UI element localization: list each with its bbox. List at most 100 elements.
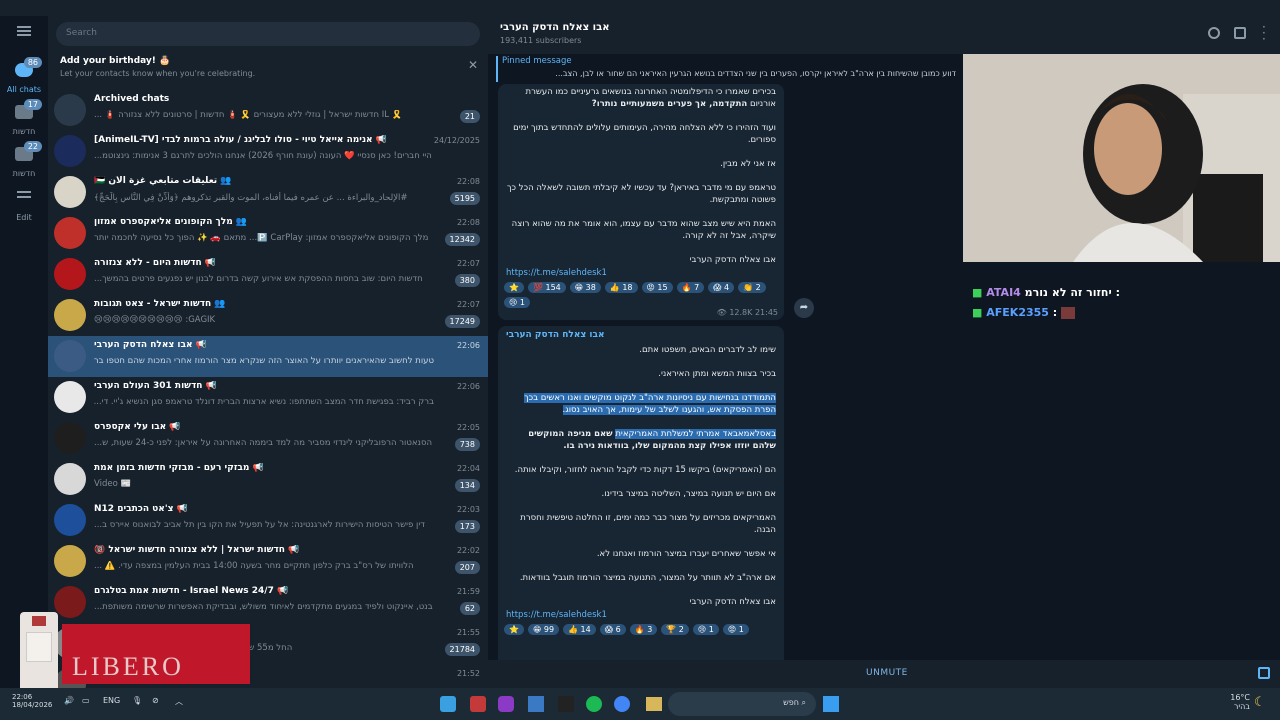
chat-list-item[interactable]: 👥 מלך הקופונים אליאקספרס אמזון מלך הקופונ… [48,213,488,254]
sidebar-toggle-icon[interactable] [1234,27,1246,39]
chat-preview: הסנאטור הרפובליקני לינדזי מסביר מה למד ב… [94,438,433,448]
weather-desc: בהיר [1233,702,1250,711]
clock-time: 22:06 [12,693,33,701]
search-input[interactable]: Search [56,22,480,46]
display-icon[interactable]: ▭ [82,696,90,705]
folder-news-2[interactable]: 22 חדשות [0,141,48,178]
chat-list-item[interactable]: 📢 אבו צאלח הדסק הערבי טעות לחשוב שהאיראני… [48,336,488,377]
message-link[interactable]: https://t.me/salehdesk1 [498,610,784,620]
reaction-chip[interactable]: 😢 1 [504,297,530,308]
message-link[interactable]: https://t.me/salehdesk1 [498,268,784,278]
chat-avatar [54,176,86,208]
chat-list-item[interactable]: Archived chats 🎗️ IL חדשות ישראל | גוזלי … [48,90,488,131]
terminal-icon[interactable] [558,696,574,712]
chat-avatar [54,135,86,167]
folder-edit[interactable]: Edit [0,186,48,222]
reaction-chip[interactable]: 😡 15 [641,282,673,293]
reaction-chip[interactable]: 😁 99 [527,624,560,635]
gift-icon[interactable] [1258,667,1270,679]
language-indicator[interactable]: ENG [103,696,120,705]
chat-time: 22:07 [456,259,480,268]
chat-time: 22:05 [456,423,480,432]
share-icon[interactable]: ➦ [794,298,814,318]
clock-date: 18/04/2026 [12,701,53,709]
highlighted-text: התמודדנו בנחישות עם ניסיונות ארה"ב לנקוט… [524,393,776,415]
chat-time: 24/12/2025 [433,136,480,145]
unread-badge: 5195 [449,192,480,205]
windows-start-icon[interactable] [823,696,839,712]
clock[interactable]: 22:06 18/04/2026 [12,693,52,709]
message-paragraph: ועוד הזהירו כי ללא הצלחה מהירה, העימותים… [513,123,776,145]
chat-list-item[interactable]: 📢 אבו עלי אקספרס הסנאטור הרפובליקני לינדז… [48,418,488,459]
reaction-chip[interactable]: 😱 4 [708,282,735,293]
reaction-chip[interactable]: 💯 154 [527,282,566,293]
folder-news-1[interactable]: 17 חדשות [0,99,48,136]
reaction-chip[interactable]: 🔥 3 [629,624,658,635]
chat-preview: GAGIK: 😢😢😢😢😢😢😢😢😢😢 [94,315,216,325]
reaction-chip[interactable]: 😢 1 [692,624,719,635]
chat-list-item[interactable]: 👥 تعليقات متابعي غزة الآن 🇵🇸 #الإلحاد_وال… [48,172,488,213]
reaction-chip[interactable]: 🔥 7 [676,282,705,293]
chat-bubbles-icon: 86 [12,57,42,83]
weather-widget[interactable]: 16°C בהיר [1228,693,1250,711]
unread-badge: 21 [459,110,480,123]
badge-icon: ■ [972,306,983,319]
reaction-chip[interactable]: 😁 38 [569,282,601,293]
message-bubble[interactable]: בכירים שאמרו כי הדיפלומטיה האחרונה בנושא… [498,84,784,320]
speaker-icon[interactable]: 🔊 [64,696,74,705]
highlighted-text: באסלאמאבאד אמרתי למשלחת האמריקאית [615,429,776,439]
message-signature: אבו צאלח הדסק הערבי [689,255,776,265]
chat-preview: היי חברים! כאן סנסיי ❤️ העונה (עונת חורף… [94,151,432,161]
reaction-chip[interactable]: ⭐ [504,624,524,635]
chrome-icon[interactable] [614,696,630,712]
emote-icon [1061,307,1076,319]
chevron-up-icon[interactable]: ︿ [175,696,183,707]
folder-all-chats[interactable]: 86 All chats [0,57,48,94]
file-explorer-icon[interactable] [646,697,662,711]
chat-list-item[interactable]: 📢 צ'אט הכתבים N12 דין פישר הטיסות הישירות… [48,500,488,541]
chat-panel: אבו צאלח הדסק הערבי 193,411 subscribers … [488,16,1280,688]
chat-time: 22:08 [456,177,480,186]
hamburger-menu-icon[interactable] [0,26,48,36]
reactions-bar: ⭐ 😁 99 👍 14 😱 6 🔥 3 🏆 2 😢 1 😡 1 [498,620,784,639]
chat-list-item[interactable]: 📢 מבזקי רעם - מבזקי חדשות בזמן אמת 📰 Vide… [48,459,488,500]
unread-badge: 380 [454,274,480,287]
pinned-message[interactable]: Pinned message דווע כמובן שהשיחות בין אר… [496,56,956,82]
reaction-chip[interactable]: 🏆 2 [661,624,689,635]
channel-bottom-bar: UNMUTE [488,660,1280,688]
folder-icon: 17 [12,99,42,125]
reaction-chip[interactable]: 👍 18 [604,282,638,293]
chat-list-item[interactable]: 📢 אנימה אייאל טיוי - סולו לבליגנ / עולה … [48,131,488,172]
message-bubble[interactable]: אבו צאלח הדסק הערבי שימו לב לדברים הבאים… [498,326,784,676]
network-icon[interactable]: ⊘ [152,696,159,705]
chat-list-item[interactable]: 👥 חדשות ישראל - צאט תגובות GAGIK: 😢😢😢😢😢😢😢… [48,295,488,336]
chat-list-item[interactable]: 📢 חדשות היום - ללא צנזורה חדשות היום: שוב… [48,254,488,295]
chat-avatar [54,340,86,372]
reaction-chip[interactable]: 😱 6 [599,624,626,635]
unread-badge: 207 [454,561,480,574]
telegram-icon[interactable] [440,696,456,712]
reaction-chip[interactable]: 👍 14 [563,624,596,635]
message-paragraph: בכיר בצוות המשא ומתן האיראני. [658,369,776,379]
more-icon[interactable]: · · · [1262,21,1266,45]
chat-list-item[interactable]: 📢 חדשות 301 העולם הערבי ברק רביד: בפגישת … [48,377,488,418]
apps-grid-icon[interactable] [528,696,544,712]
instagram-icon[interactable] [498,696,514,712]
birthday-banner[interactable]: Add your birthday! 🎂 Let your contacts k… [48,52,488,84]
reaction-chip[interactable]: 👏 2 [738,282,766,293]
spotify-icon[interactable] [586,696,602,712]
search-icon[interactable] [1208,27,1220,39]
taskbar-search[interactable]: חפש ⌕ [668,692,816,716]
weather-temp: 16°C [1230,693,1250,702]
chat-header[interactable]: אבו צאלח הדסק הערבי 193,411 subscribers … [488,16,1280,54]
chat-list-item[interactable]: 📢 חדשות ישראל | ללא צנזורה חדשות ישראל 🔞… [48,541,488,582]
reaction-chip[interactable]: ⭐ [504,282,524,293]
message-paragraph: טראמפ עם מי מדבר באיראן? עד עכשיו לא קיב… [506,183,776,205]
subscriber-count: 193,411 subscribers [500,36,582,45]
unmute-button[interactable]: UNMUTE [866,668,908,678]
microphone-icon[interactable]: 🎙 [132,696,142,705]
close-icon[interactable]: ✕ [468,58,478,72]
message-paragraph: הם (האמריקאים) ביקשו 15 דקות כדי לקבל הו… [514,465,776,475]
app-icon[interactable] [470,696,486,712]
reaction-chip[interactable]: 😡 1 [722,624,749,635]
